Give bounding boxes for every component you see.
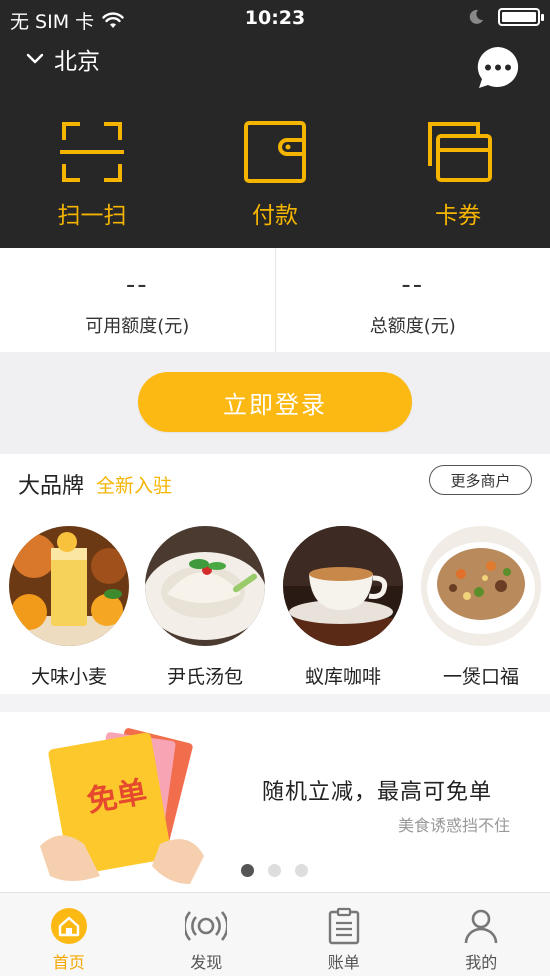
total-credit-label: 总额度(元) [369,316,456,337]
brands-subtitle: 全新入驻 [96,475,173,497]
brands-section: 大品牌 全新入驻 更多商户 大味小麦 尹氏汤包 蚁库咖啡 一煲口福 [0,454,550,694]
tab-mine-label: 我的 [465,953,498,972]
orange-juice-image [9,526,129,646]
login-button[interactable]: 立即登录 [138,372,412,432]
scan-icon [60,122,124,182]
pay-button[interactable]: 付款 [205,120,345,230]
coupons-label: 卡券 [435,203,481,229]
brand-item[interactable]: 大味小麦 [7,526,131,689]
city-selector[interactable]: 北京 [26,42,100,76]
brand-name: 蚁库咖啡 [304,666,381,688]
banner-subtitle: 美食诱惑挡不住 [397,816,510,835]
brand-name: 尹氏汤包 [166,666,243,688]
quick-actions: 扫一扫 付款 卡券 [0,120,550,230]
moon-icon [469,9,483,24]
radar-icon [185,911,228,941]
chat-bubble-icon [477,47,519,88]
tab-discover-label: 发现 [190,953,223,972]
login-section: 立即登录 [0,352,550,454]
chevron-down-icon [26,53,44,64]
bill-icon [328,907,359,945]
more-merchants-button[interactable]: 更多商户 [429,465,532,495]
tab-home[interactable]: 首页 [0,893,138,976]
brand-name: 大味小麦 [30,666,107,688]
cards-icon [428,122,492,182]
total-credit: -- 总额度(元) [274,248,550,352]
wallet-icon [244,121,306,183]
pay-label: 付款 [252,203,298,229]
soup-dumpling-image [145,526,265,646]
brand-name: 一煲口福 [442,666,519,688]
tab-mine[interactable]: 我的 [413,893,550,976]
tab-home-label: 首页 [52,953,85,972]
brand-item[interactable]: 尹氏汤包 [143,526,267,689]
scan-label: 扫一扫 [57,203,127,229]
coupons-button[interactable]: 卡券 [388,120,528,230]
scan-button[interactable]: 扫一扫 [22,120,162,230]
carousel-dot[interactable] [268,864,281,877]
tab-discover[interactable]: 发现 [138,893,276,976]
status-bar: 无 SIM 卡 10:23 [0,0,550,36]
carousel-dot[interactable] [295,864,308,877]
promo-banner[interactable]: 免单 随机立减，最高可免单 美食诱惑挡不住 [0,712,550,892]
brands-title: 大品牌 [18,474,85,499]
available-credit: -- 可用额度(元) [0,248,275,352]
fried-rice-image [421,526,541,646]
tab-bills[interactable]: 账单 [275,893,413,976]
total-credit-value: -- [401,270,425,300]
coffee-cup-image [283,526,403,646]
home-icon [50,908,87,944]
message-button[interactable] [474,44,522,92]
carousel-dot[interactable] [241,864,254,877]
coupon-illustration: 免单 [40,728,204,884]
credit-panel: -- 可用额度(元) -- 总额度(元) [0,248,550,352]
person-icon [464,909,498,944]
available-credit-value: -- [125,270,149,300]
status-right [468,8,544,26]
battery-icon [498,8,544,26]
tab-bills-label: 账单 [327,953,360,972]
city-label: 北京 [54,49,100,75]
available-credit-label: 可用额度(元) [85,316,190,337]
brand-item[interactable]: 蚁库咖啡 [281,526,405,689]
header: 北京 扫一扫 付款 卡券 [0,36,550,248]
tab-bar: 首页 发现 账单 我的 [0,892,550,976]
banner-title: 随机立减，最高可免单 [262,780,493,805]
brand-item[interactable]: 一煲口福 [419,526,543,689]
